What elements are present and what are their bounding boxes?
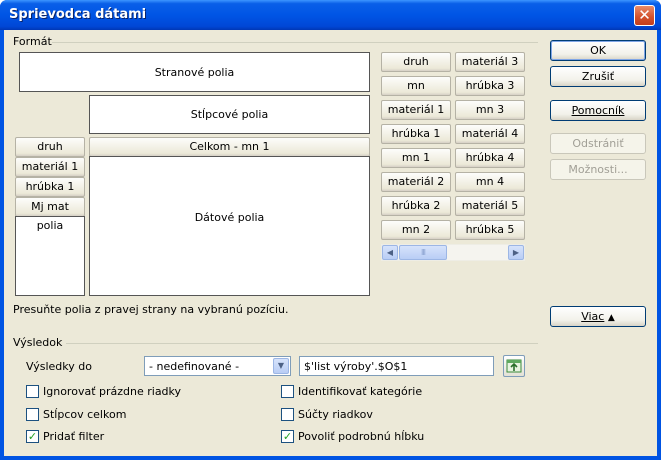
help-button-label: Pomocník (571, 104, 625, 117)
scroll-left-arrow-icon[interactable]: ◀ (382, 245, 398, 260)
ok-button[interactable]: OK (550, 40, 646, 61)
enable-drilldown-label: Povoliť podrobnú hĺbku (298, 430, 425, 443)
data-fields-label: Dátové polia (194, 211, 265, 224)
field-button-mn-3[interactable]: mn 3 (455, 100, 525, 120)
page-fields-area[interactable]: Stranové polia (19, 52, 370, 92)
field-button-mn-2[interactable]: mn 2 (381, 220, 451, 240)
total-columns-label: Stĺpcov celkom (43, 408, 127, 421)
remove-button[interactable]: Odstrániť (550, 133, 646, 154)
field-button-mn-1[interactable]: mn 1 (381, 148, 451, 168)
result-group-label: Výsledok (13, 336, 63, 349)
field-button-mn[interactable]: mn (381, 76, 451, 96)
ignore-empty-rows-checkbox[interactable] (26, 385, 39, 398)
options-button[interactable]: Možnosti... (550, 159, 646, 180)
field-button-hrubka-3[interactable]: hrúbka 3 (455, 76, 525, 96)
field-button-material-3[interactable]: materiál 3 (455, 52, 525, 72)
field-button-hrubka-2[interactable]: hrúbka 2 (381, 196, 451, 216)
row-fields-label: polia (36, 219, 64, 232)
scroll-right-arrow-icon[interactable]: ▶ (508, 245, 524, 260)
more-button-label: Viac (581, 310, 605, 323)
chevron-down-icon[interactable]: ▼ (273, 358, 289, 374)
shrink-range-button[interactable] (503, 355, 525, 377)
format-group-label: Formát (13, 35, 52, 48)
result-group-separator (66, 343, 538, 344)
field-button-hrubka-5[interactable]: hrúbka 5 (455, 220, 525, 240)
fields-horizontal-scrollbar[interactable]: ◀ III ▶ (381, 244, 525, 261)
identify-categories-checkbox[interactable] (281, 385, 294, 398)
dialog-title: Sprievodca dátami (9, 7, 147, 22)
destination-select-value: - nedefinované - (149, 360, 240, 373)
row-field-druh[interactable]: druh (15, 137, 85, 157)
close-button[interactable]: ✕ (634, 5, 655, 26)
scroll-thumb[interactable]: III (399, 245, 447, 260)
dialog-client: Formát Stranové polia Stĺpcové polia dru… (4, 30, 657, 456)
double-chevron-up-icon: ▲ (607, 313, 615, 323)
results-to-label: Výsledky do (26, 360, 92, 373)
destination-select[interactable]: - nedefinované - ▼ (144, 356, 291, 376)
total-rows-checkbox[interactable] (281, 408, 294, 421)
dialog-window: Sprievodca dátami ✕ Formát Stranové poli… (0, 0, 661, 460)
row-field-material-1[interactable]: materiál 1 (15, 157, 85, 177)
shrink-range-icon (506, 359, 522, 373)
more-button[interactable]: Viac ▲ (550, 306, 646, 327)
field-button-material-5[interactable]: materiál 5 (455, 196, 525, 216)
cancel-button[interactable]: Zrušiť (550, 66, 646, 87)
data-field-celkom-mn-1[interactable]: Celkom - mn 1 (89, 137, 370, 157)
field-button-hrubka-1[interactable]: hrúbka 1 (381, 124, 451, 144)
total-rows-label: Súčty riadkov (298, 408, 373, 421)
enable-drilldown-checkbox[interactable]: ✓ (281, 430, 294, 443)
row-fields-area[interactable]: polia (15, 216, 85, 296)
data-fields-area[interactable]: Dátové polia (89, 156, 370, 296)
column-fields-label: Stĺpcové polia (190, 108, 269, 121)
field-button-material-4[interactable]: materiál 4 (455, 124, 525, 144)
field-button-material-2[interactable]: materiál 2 (381, 172, 451, 192)
drag-hint-text: Presuňte polia z pravej strany na vybran… (13, 303, 289, 316)
row-field-mj-mat[interactable]: Mj mat (15, 197, 85, 217)
identify-categories-label: Identifikovať kategórie (298, 385, 423, 398)
ignore-empty-rows-label: Ignorovať prázdne riadky (43, 385, 182, 398)
title-bar[interactable]: Sprievodca dátami ✕ (0, 0, 661, 30)
help-button[interactable]: Pomocník (550, 100, 646, 121)
page-fields-label: Stranové polia (154, 66, 235, 79)
add-filter-label: Pridať filter (43, 430, 105, 443)
row-field-hrubka-1[interactable]: hrúbka 1 (15, 177, 85, 197)
format-group-separator (52, 42, 538, 43)
field-button-druh[interactable]: druh (381, 52, 451, 72)
column-fields-area[interactable]: Stĺpcové polia (89, 95, 370, 134)
total-columns-checkbox[interactable] (26, 408, 39, 421)
destination-range-input[interactable]: $'list výroby'.$O$1 (299, 356, 494, 376)
field-button-material-1[interactable]: materiál 1 (381, 100, 451, 120)
field-button-mn-4[interactable]: mn 4 (455, 172, 525, 192)
field-button-hrubka-4[interactable]: hrúbka 4 (455, 148, 525, 168)
add-filter-checkbox[interactable]: ✓ (26, 430, 39, 443)
